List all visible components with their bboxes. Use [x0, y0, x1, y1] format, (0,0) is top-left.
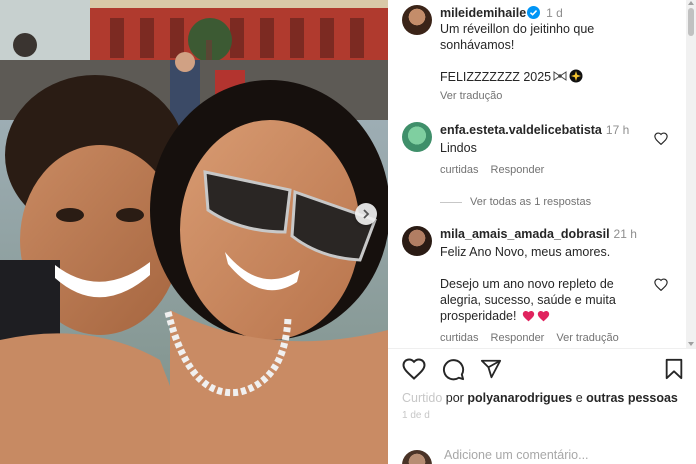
- comment-meta: curtidas Responder Ver tradução: [440, 330, 650, 346]
- comments-panel: mileidemihaile 1 d Um réveillon do jeitin…: [388, 0, 696, 464]
- like-heart-icon[interactable]: [402, 358, 426, 380]
- actions-divider: [388, 348, 696, 349]
- reply-button[interactable]: Responder: [491, 164, 545, 176]
- post-time: 1 d: [546, 6, 563, 20]
- commenter-username[interactable]: mila_amais_amada_dobrasil: [440, 227, 610, 241]
- author-username[interactable]: mileidemihaile: [440, 6, 526, 20]
- liked-by-prefix: Curtido: [402, 391, 443, 405]
- comment-likes-count[interactable]: curtidas: [440, 164, 479, 176]
- comment-bubble-icon[interactable]: [442, 358, 465, 381]
- post-photo[interactable]: [0, 0, 388, 464]
- add-comment-input[interactable]: Adicione um comentário...: [444, 448, 589, 462]
- comment-likes-count[interactable]: curtidas: [440, 332, 479, 344]
- comment-like-heart-icon[interactable]: [654, 132, 668, 145]
- bow-emoji-icon: [553, 71, 567, 81]
- save-bookmark-icon[interactable]: [664, 358, 684, 380]
- comment-text: Feliz Ano Novo, meus amores. Desejo um a…: [440, 245, 616, 323]
- red-heart-emoji-icon: [537, 310, 550, 322]
- comment-translate-link[interactable]: Ver tradução: [556, 332, 618, 344]
- caption-text: Um réveillon do jeitinho que sonhávamos!…: [440, 22, 595, 84]
- current-user-avatar: [402, 450, 432, 464]
- author-avatar[interactable]: [402, 5, 432, 35]
- post-action-bar: [402, 358, 686, 386]
- sparkle-emoji-icon: [569, 69, 583, 83]
- replies-divider: [440, 201, 462, 203]
- scroll-up-icon[interactable]: [688, 1, 694, 5]
- commenter-avatar[interactable]: [402, 226, 432, 256]
- commenter-username[interactable]: enfa.esteta.valdelicebatista: [440, 123, 602, 137]
- comments-scrollbar[interactable]: [686, 0, 696, 348]
- liked-by-connector: e: [575, 391, 583, 405]
- comment-time: 17 h: [605, 123, 630, 137]
- red-heart-emoji-icon: [522, 310, 535, 322]
- comment-time: 21 h: [613, 227, 637, 241]
- scroll-down-icon[interactable]: [688, 342, 694, 346]
- post-date: 1 de d: [402, 410, 430, 421]
- liked-by-user[interactable]: polyanarodrigues: [467, 391, 572, 405]
- view-replies-link[interactable]: Ver todas as 1 respostas: [440, 196, 591, 208]
- caption-translate-link[interactable]: Ver tradução: [440, 88, 680, 104]
- next-photo-button[interactable]: [355, 203, 377, 225]
- liked-by-label: por: [445, 391, 464, 405]
- selfie-image: [0, 0, 388, 464]
- liked-by-others[interactable]: outras pessoas: [586, 391, 678, 405]
- comment-meta: curtidas Responder: [440, 162, 650, 178]
- reply-button[interactable]: Responder: [491, 332, 545, 344]
- instagram-post-view: mileidemihaile 1 d Um réveillon do jeitin…: [0, 0, 696, 464]
- scroll-thumb[interactable]: [688, 8, 694, 36]
- comment-like-heart-icon[interactable]: [654, 278, 668, 291]
- liked-by-summary: Curtido por polyanarodrigues e outras pe…: [402, 391, 678, 405]
- share-send-icon[interactable]: [480, 358, 502, 380]
- comment-text: Lindos: [440, 141, 477, 155]
- commenter-avatar[interactable]: [402, 122, 432, 152]
- chevron-right-icon: [363, 209, 370, 219]
- verified-badge-icon: [527, 6, 541, 19]
